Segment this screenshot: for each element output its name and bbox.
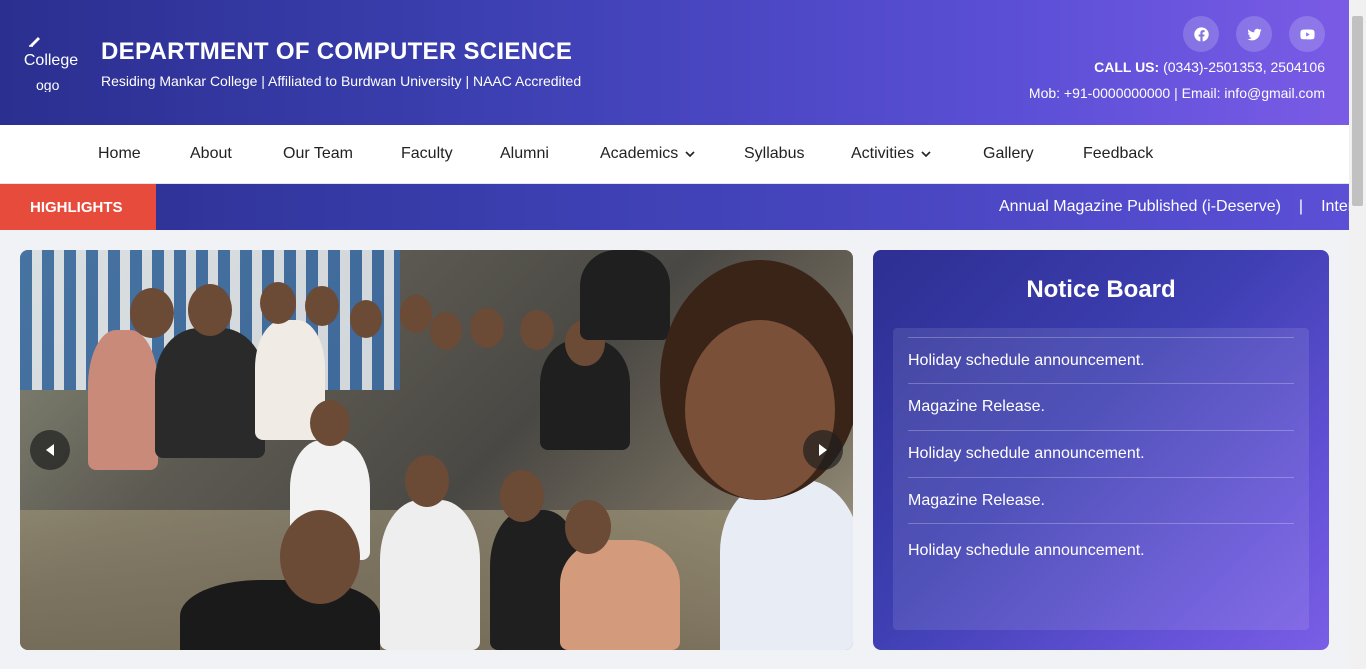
page-scrollbar[interactable] <box>1349 0 1366 669</box>
main-nav: Home About Our Team Faculty Alumni Acade… <box>0 125 1349 184</box>
notice-list[interactable]: Holiday schedule announcement. Magazine … <box>893 328 1309 630</box>
photo-person-head <box>470 308 504 348</box>
ticker-item[interactable]: Annual Magazine Published (i-Deserve) <box>999 198 1281 215</box>
photo-person <box>380 500 480 650</box>
department-subtitle: Residing Mankar College | Affiliated to … <box>101 73 582 89</box>
nav-home[interactable]: Home <box>98 145 141 163</box>
highlights-label: HIGHLIGHTS <box>0 184 156 230</box>
highlights-ticker[interactable]: Annual Magazine Published (i-Deserve) | In… <box>999 198 1349 216</box>
youtube-link[interactable] <box>1289 16 1325 52</box>
photo-person <box>560 540 680 650</box>
triangle-left-icon <box>46 444 54 456</box>
photo-person-head <box>305 286 339 326</box>
photo-person-head <box>565 500 611 554</box>
photo-person-head <box>520 310 554 350</box>
carousel-photo <box>20 250 853 650</box>
youtube-icon <box>1299 29 1315 39</box>
notice-board-title: Notice Board <box>1026 276 1176 303</box>
nav-alumni[interactable]: Alumni <box>500 145 549 163</box>
notice-item[interactable]: Magazine Release. <box>908 477 1294 523</box>
photo-person-head <box>430 312 462 350</box>
nav-activities[interactable]: Activities <box>851 145 932 163</box>
nav-about[interactable]: About <box>190 145 232 163</box>
highlights-bar: HIGHLIGHTS Annual Magazine Published (i-… <box>0 184 1349 230</box>
twitter-icon <box>1246 28 1262 40</box>
broken-image-icon <box>29 37 40 47</box>
department-title: DEPARTMENT OF COMPUTER SCIENCE <box>101 38 573 65</box>
nav-faculty[interactable]: Faculty <box>401 145 453 163</box>
notice-item[interactable]: Holiday schedule announcement. <box>908 523 1294 569</box>
photo-person <box>720 480 853 650</box>
ticker-item-next[interactable]: Inter <box>1321 198 1349 215</box>
nav-our-team[interactable]: Our Team <box>283 145 353 163</box>
social-links <box>1183 16 1325 52</box>
photo-person-head <box>400 295 432 333</box>
photo-person-head <box>260 282 296 324</box>
logo-alt-text: College <box>23 52 79 69</box>
twitter-link[interactable] <box>1236 16 1272 52</box>
notice-item[interactable]: Magazine Release. <box>908 383 1294 429</box>
notice-item[interactable]: Holiday schedule announcement. <box>908 430 1294 476</box>
call-us-line: CALL US: (0343)-2501353, 2504106 <box>1094 59 1325 75</box>
chevron-down-icon <box>685 151 695 158</box>
notice-item[interactable]: Holiday schedule announcement. <box>908 337 1294 383</box>
scrollbar-thumb[interactable] <box>1352 16 1363 206</box>
photo-person <box>580 250 670 340</box>
facebook-icon <box>1193 26 1209 42</box>
call-us-numbers: (0343)-2501353, 2504106 <box>1163 59 1325 75</box>
photo-person-head <box>685 320 835 500</box>
carousel-prev-button[interactable] <box>30 430 70 470</box>
college-logo[interactable]: College ogo <box>22 34 80 92</box>
nav-feedback[interactable]: Feedback <box>1083 145 1153 163</box>
nav-academics[interactable]: Academics <box>600 145 696 163</box>
nav-gallery[interactable]: Gallery <box>983 145 1034 163</box>
triangle-right-icon <box>819 444 827 456</box>
logo-alt-text-overflow: ogo <box>36 77 60 92</box>
photo-person <box>155 328 265 458</box>
photo-person <box>88 330 158 470</box>
nav-syllabus[interactable]: Syllabus <box>744 145 804 163</box>
photo-person-head <box>405 455 449 507</box>
site-header: College ogo DEPARTMENT OF COMPUTER SCIEN… <box>0 0 1349 125</box>
call-us-label: CALL US: <box>1094 59 1160 75</box>
photo-person-head <box>500 470 544 522</box>
facebook-link[interactable] <box>1183 16 1219 52</box>
photo-person-head <box>310 400 350 446</box>
photo-person-head <box>188 284 232 336</box>
carousel-next-button[interactable] <box>803 430 843 470</box>
photo-person-head <box>350 300 382 338</box>
chevron-down-icon <box>921 151 931 158</box>
photo-person-head <box>130 288 174 338</box>
photo-person <box>180 580 380 650</box>
notice-board: Notice Board Holiday schedule announceme… <box>873 250 1329 650</box>
photo-carousel[interactable] <box>20 250 853 650</box>
photo-person-head <box>280 510 360 604</box>
ticker-separator: | <box>1298 198 1304 215</box>
contact-line: Mob: +91-0000000000 | Email: info@gmail.… <box>1028 85 1325 101</box>
